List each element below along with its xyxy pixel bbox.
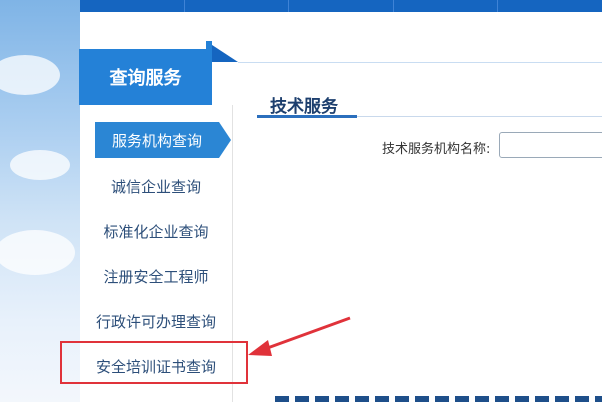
sidebar-item-service-agency-query[interactable]: 服务机构查询 bbox=[95, 122, 219, 158]
top-nav-item[interactable] bbox=[80, 0, 185, 12]
sidebar-item-registered-safety-engineer[interactable]: 注册安全工程师 bbox=[80, 258, 232, 294]
sidebar-item-administrative-license-query[interactable]: 行政许可办理查询 bbox=[80, 303, 232, 339]
sidebar-header-fold bbox=[206, 41, 212, 49]
highlight-box bbox=[60, 341, 248, 384]
bottom-content-partial bbox=[275, 396, 602, 402]
sidebar-item-standardized-enterprise-query[interactable]: 标准化企业查询 bbox=[80, 213, 232, 249]
top-nav-item[interactable] bbox=[394, 0, 499, 12]
cloud-decoration bbox=[10, 150, 70, 180]
sidebar-header: 查询服务 bbox=[79, 49, 212, 105]
agency-name-input[interactable] bbox=[499, 132, 602, 158]
header-divider bbox=[238, 62, 602, 63]
top-nav-item[interactable] bbox=[289, 0, 394, 12]
top-nav-item[interactable] bbox=[185, 0, 290, 12]
top-navigation-bar bbox=[80, 0, 602, 12]
sidebar-item-integrity-enterprise-query[interactable]: 诚信企业查询 bbox=[80, 168, 232, 204]
top-nav-item[interactable] bbox=[498, 0, 602, 12]
cloud-decoration bbox=[0, 55, 60, 95]
active-indicator-arrow bbox=[219, 122, 231, 158]
section-title-underline bbox=[257, 115, 357, 118]
section-divider bbox=[357, 116, 602, 117]
cloud-decoration bbox=[0, 230, 75, 275]
section-title: 技术服务 bbox=[270, 97, 338, 117]
agency-name-label: 技术服务机构名称: bbox=[382, 142, 491, 157]
pointer-arrow-icon bbox=[248, 316, 351, 356]
